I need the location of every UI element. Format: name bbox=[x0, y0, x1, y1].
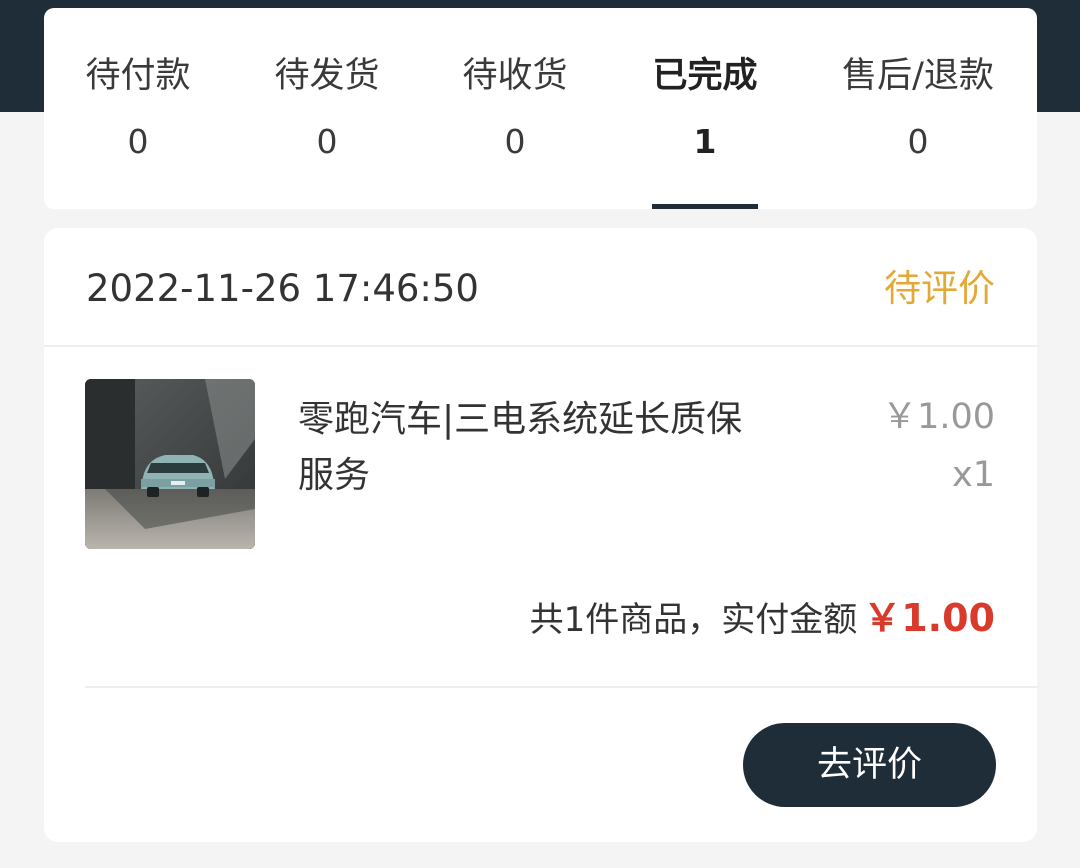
tab-label: 已完成 bbox=[652, 56, 758, 96]
product-price: ￥1.00 bbox=[882, 397, 995, 437]
summary-amount: ￥1.00 bbox=[863, 596, 995, 640]
tab-pending-shipment[interactable]: 待发货 0 bbox=[253, 8, 401, 209]
car-photo-icon bbox=[85, 379, 255, 549]
product-name[interactable]: 零跑汽车|三电系统延长质保服务 bbox=[298, 392, 768, 504]
tab-label: 待发货 bbox=[274, 56, 380, 96]
order-card[interactable]: 2022-11-26 17:46:50 待评价 零跑汽车|三电系统延长质保服务 … bbox=[44, 228, 1037, 842]
tab-pending-receipt[interactable]: 待收货 0 bbox=[441, 8, 589, 209]
order-time: 2022-11-26 17:46:50 bbox=[86, 267, 479, 310]
order-list-page: 待付款 0 待发货 0 待收货 0 已完成 1 售后/退款 0 2022-11-… bbox=[0, 0, 1080, 868]
tab-count: 0 bbox=[127, 122, 149, 161]
tab-after-sales-refund[interactable]: 售后/退款 0 bbox=[830, 8, 1006, 209]
tab-completed[interactable]: 已完成 1 bbox=[631, 8, 779, 209]
tab-label: 待收货 bbox=[462, 56, 568, 96]
tab-pending-payment[interactable]: 待付款 0 bbox=[64, 8, 212, 209]
product-image[interactable] bbox=[85, 379, 255, 549]
order-summary: 共1件商品，实付金额 ￥1.00 bbox=[530, 596, 995, 642]
divider bbox=[85, 686, 1037, 688]
summary-label: 共1件商品，实付金额 bbox=[529, 600, 858, 640]
tab-count: 0 bbox=[316, 122, 338, 161]
active-tab-indicator bbox=[652, 204, 758, 209]
tab-count: 0 bbox=[504, 122, 526, 161]
write-review-button[interactable]: 去评价 bbox=[743, 723, 996, 807]
tab-count: 1 bbox=[693, 122, 717, 161]
tab-label: 待付款 bbox=[85, 56, 191, 96]
order-status-tabs: 待付款 0 待发货 0 待收货 0 已完成 1 售后/退款 0 bbox=[44, 8, 1037, 209]
order-header: 2022-11-26 17:46:50 待评价 bbox=[44, 228, 1037, 347]
tab-label: 售后/退款 bbox=[842, 56, 994, 96]
tab-count: 0 bbox=[907, 122, 929, 161]
product-quantity: x1 bbox=[952, 455, 995, 495]
order-status: 待评价 bbox=[884, 267, 995, 310]
